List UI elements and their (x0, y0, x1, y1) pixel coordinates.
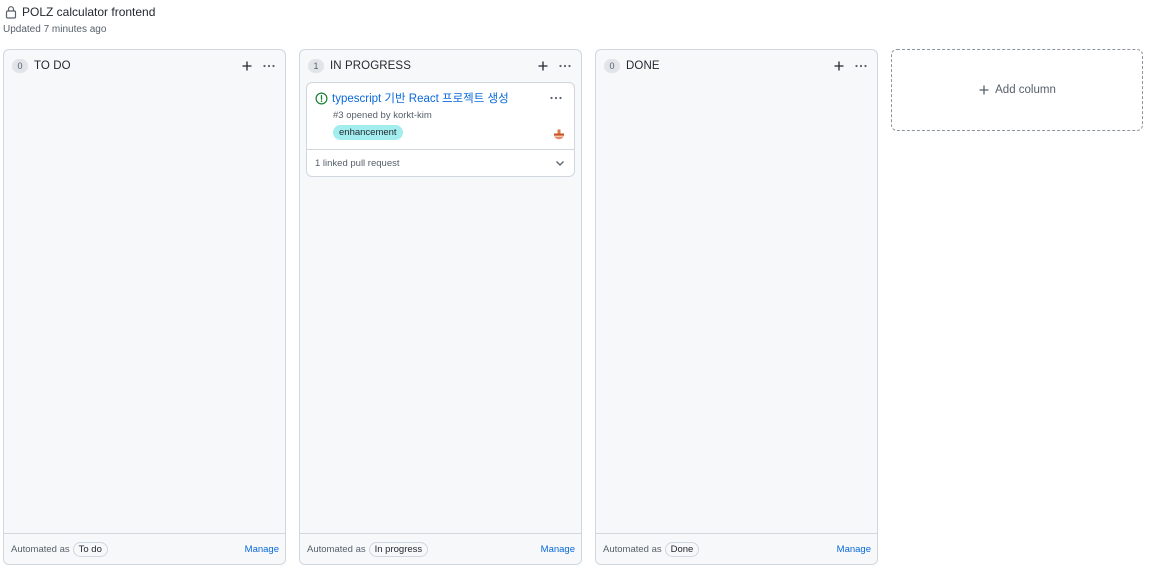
column-footer: Automated as To do Manage (4, 533, 285, 564)
add-card-button[interactable] (535, 58, 551, 74)
plus-icon (834, 61, 844, 71)
plus-icon (538, 61, 548, 71)
plus-icon (242, 61, 252, 71)
issue-card[interactable]: typescript 기반 React 프로젝트 생성 #3 opened by… (306, 82, 575, 177)
card-menu-button[interactable] (548, 90, 564, 106)
column-footer: Automated as In progress Manage (300, 533, 581, 564)
column-menu-button[interactable] (853, 58, 869, 74)
column-header: 0 TO DO (4, 50, 285, 82)
column-title: DONE (626, 60, 660, 72)
add-card-button[interactable] (239, 58, 255, 74)
manage-automation-link[interactable]: Manage (541, 544, 575, 555)
add-column-button[interactable]: Add column (891, 49, 1143, 131)
issue-meta: #3 opened by korkt-kim (333, 110, 432, 121)
kebab-horizontal-icon (550, 96, 562, 100)
kebab-horizontal-icon (855, 64, 867, 68)
kebab-horizontal-icon (263, 64, 275, 68)
lock-icon (4, 5, 18, 19)
automation-chip: Done (664, 541, 700, 557)
automated-label: Automated as (307, 543, 366, 555)
assignee-avatar[interactable] (551, 127, 567, 143)
automated-label: Automated as (11, 543, 70, 555)
kebab-horizontal-icon (559, 64, 571, 68)
column-todo: 0 TO DO Automated as To do Manage (3, 49, 286, 565)
automated-label: Automated as (603, 543, 662, 555)
column-count-badge: 1 (308, 59, 324, 73)
automation-chip: In progress (368, 541, 429, 557)
column-menu-button[interactable] (261, 58, 277, 74)
column-count-badge: 0 (12, 59, 28, 73)
automation-chip: To do (72, 541, 108, 557)
column-title: TO DO (34, 60, 71, 72)
project-board: 0 TO DO Automated as To do Manage 1 IN P… (3, 49, 1143, 565)
column-footer: Automated as Done Manage (596, 533, 877, 564)
project-title: POLZ calculator frontend (22, 5, 156, 19)
column-header: 1 IN PROGRESS (300, 50, 581, 82)
add-card-button[interactable] (831, 58, 847, 74)
project-header: POLZ calculator frontend Updated 7 minut… (3, 4, 604, 35)
issue-opened-icon (315, 91, 328, 105)
manage-automation-link[interactable]: Manage (837, 544, 871, 555)
column-menu-button[interactable] (557, 58, 573, 74)
chevron-down-icon (556, 161, 564, 166)
column-header: 0 DONE (596, 50, 877, 82)
plus-icon (979, 85, 989, 95)
column-in-progress: 1 IN PROGRESS typescript 기반 React 프로젝트 생… (299, 49, 582, 565)
linked-pr-text: 1 linked pull request (315, 157, 400, 169)
card-list: typescript 기반 React 프로젝트 생성 #3 opened by… (300, 82, 581, 177)
column-count-badge: 0 (604, 59, 620, 73)
column-title: IN PROGRESS (330, 60, 411, 72)
manage-automation-link[interactable]: Manage (245, 544, 279, 555)
add-column-label: Add column (995, 84, 1056, 96)
issue-label-chip[interactable]: enhancement (333, 125, 403, 140)
card-footer[interactable]: 1 linked pull request (307, 149, 574, 176)
column-done: 0 DONE Automated as Done Manage (595, 49, 878, 565)
issue-title-link[interactable]: typescript 기반 React 프로젝트 생성 (332, 90, 509, 106)
updated-timestamp: Updated 7 minutes ago (3, 24, 107, 35)
